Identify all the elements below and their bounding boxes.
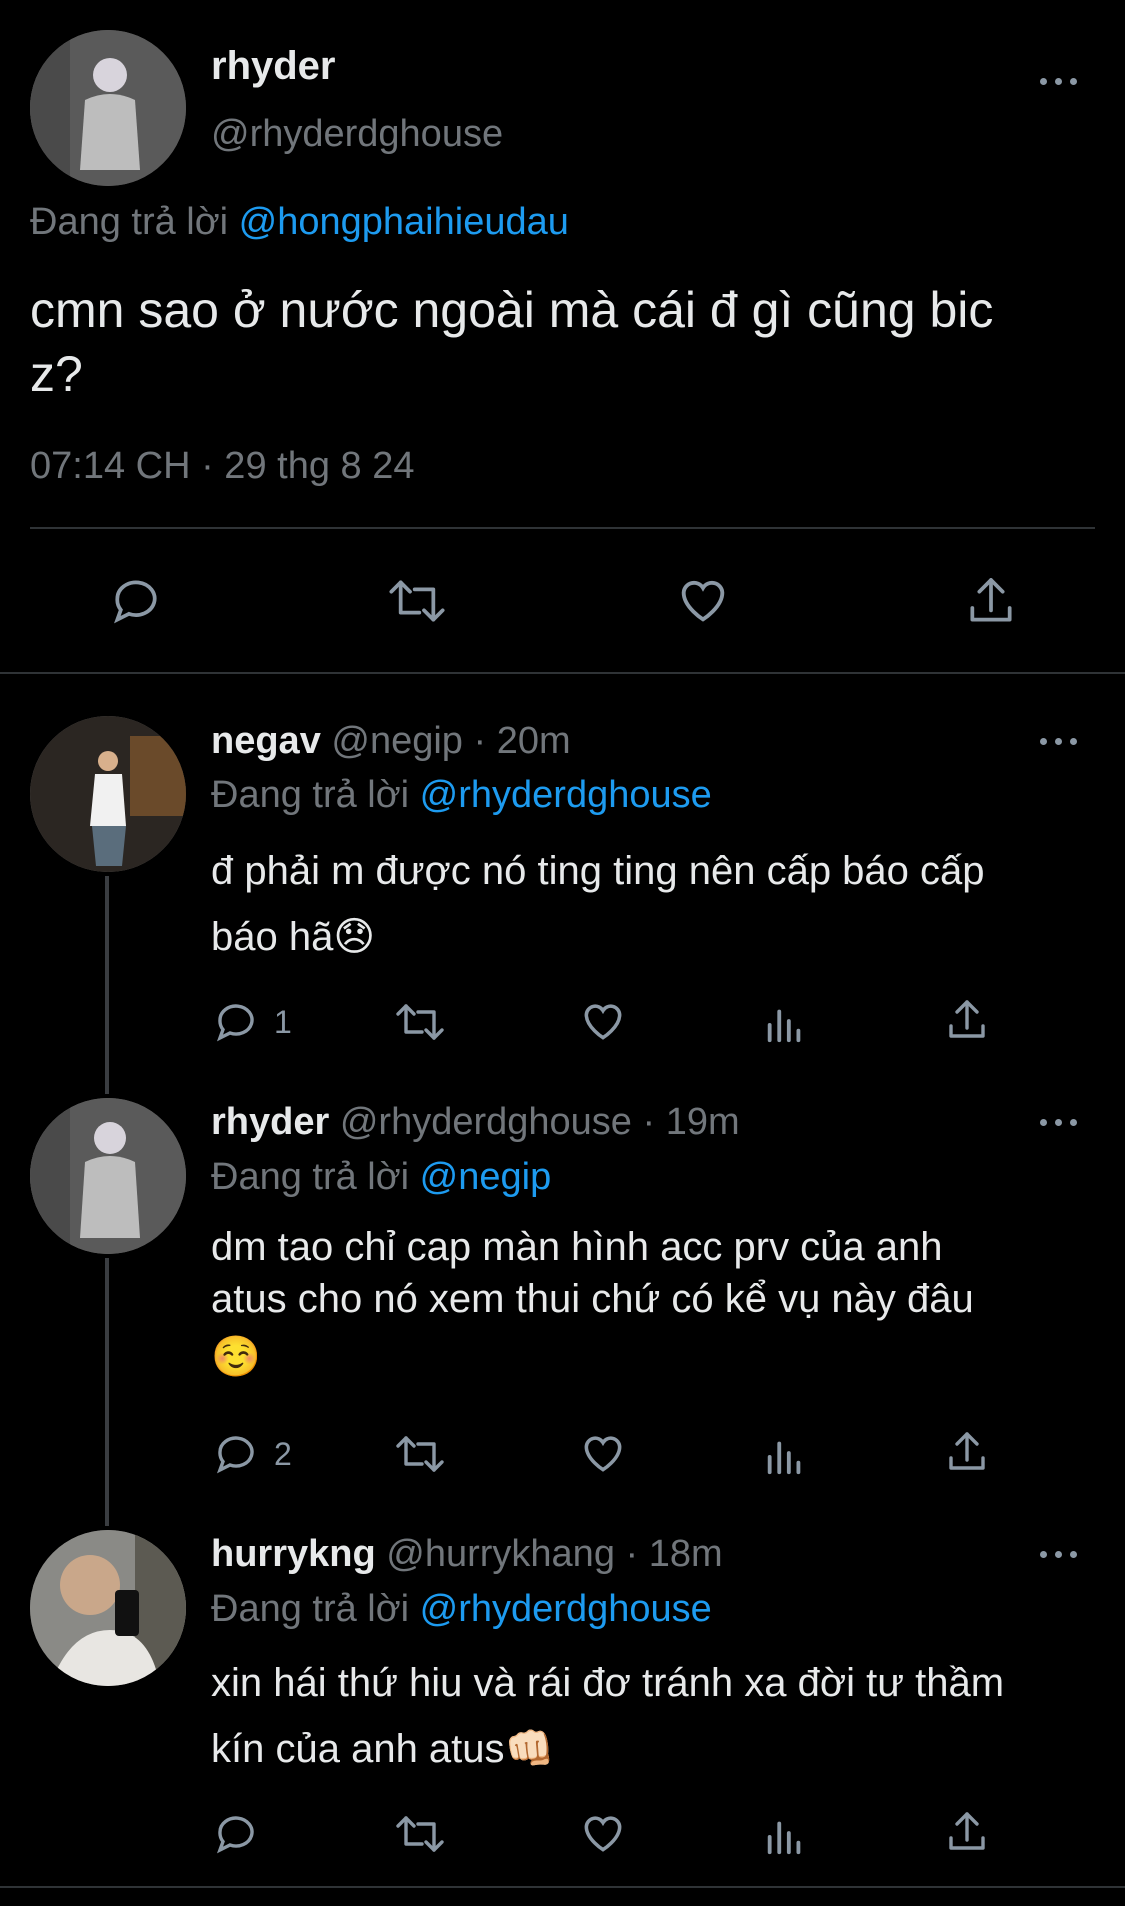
reply-count: 2 — [274, 1436, 292, 1472]
reply-prefix: Đang trả lời — [211, 1588, 410, 1630]
author-name[interactable]: hurrykng — [211, 1533, 376, 1575]
author-meta[interactable]: @negip · 20m — [331, 720, 570, 762]
divider — [30, 527, 1095, 529]
reply-to-link[interactable]: @rhyderdghouse — [420, 774, 712, 816]
reply-context: Đang trả lời @rhyderdghouse — [211, 1588, 712, 1631]
author-meta[interactable]: @hurrykhang · 18m — [386, 1533, 722, 1575]
tweet-text-line: kín của anh atus👊🏻 — [211, 1727, 555, 1771]
emoji: ☺️ — [211, 1335, 261, 1379]
reply-header: negav @negip · 20m — [211, 720, 571, 763]
retweet-icon[interactable] — [392, 998, 448, 1046]
reply-prefix: Đang trả lời — [211, 1156, 410, 1198]
avatar[interactable] — [30, 30, 186, 186]
divider — [0, 672, 1125, 674]
emoji: 😞 — [333, 915, 376, 959]
tweet-text: đ phải m được nó ting ting nên cấp báo c… — [211, 838, 985, 970]
reply-to-link[interactable]: @negip — [420, 1156, 552, 1198]
reply-icon[interactable] — [108, 573, 164, 629]
views-icon[interactable] — [762, 1000, 808, 1046]
avatar[interactable] — [30, 1098, 186, 1254]
tweet-text-line: đ phải m được nó ting ting nên cấp báo c… — [211, 849, 985, 893]
reply-context: Đang trả lời @hongphaihieudau — [30, 201, 569, 244]
tweet-text-line: dm tao chỉ cap màn hình acc prv của anh — [211, 1225, 943, 1269]
emoji: 👊🏻 — [504, 1727, 555, 1771]
tweet-text-line: cmn sao ở nước ngoài mà cái đ gì cũng bi… — [30, 282, 994, 338]
reply-to-link[interactable]: @hongphaihieudau — [239, 201, 569, 243]
more-icon[interactable] — [1040, 735, 1084, 749]
author-name[interactable]: rhyder — [211, 1101, 329, 1143]
avatar[interactable] — [30, 716, 186, 872]
author-name[interactable]: negav — [211, 720, 321, 762]
heart-icon[interactable] — [578, 996, 628, 1046]
share-icon[interactable] — [963, 573, 1019, 629]
author-meta[interactable]: @rhyderdghouse · 19m — [340, 1101, 740, 1143]
reply-count: 1 — [274, 1004, 292, 1040]
reply-icon[interactable] — [212, 998, 260, 1046]
more-icon[interactable] — [1040, 75, 1084, 89]
avatar[interactable] — [30, 1530, 186, 1686]
heart-icon[interactable] — [673, 571, 733, 629]
reply-icon[interactable] — [212, 1810, 260, 1858]
tweet-text: xin hái thứ hiu và rái đơ tránh xa đời t… — [211, 1650, 1004, 1782]
share-icon[interactable] — [943, 996, 991, 1044]
retweet-icon[interactable] — [392, 1430, 448, 1478]
retweet-icon[interactable] — [384, 573, 450, 629]
share-icon[interactable] — [943, 1428, 991, 1476]
author-name[interactable]: rhyder — [211, 44, 336, 89]
reply-prefix: Đang trả lời — [211, 774, 410, 816]
reply-context: Đang trả lời @negip — [211, 1156, 551, 1199]
tweet-text-line: z? — [30, 346, 83, 402]
reply-header: rhyder @rhyderdghouse · 19m — [211, 1101, 740, 1144]
heart-icon[interactable] — [578, 1428, 628, 1478]
tweet-text: dm tao chỉ cap màn hình acc prv của anh … — [211, 1221, 974, 1383]
heart-icon[interactable] — [578, 1808, 628, 1858]
more-icon[interactable] — [1040, 1116, 1084, 1130]
timestamp[interactable]: 07:14 CH · 29 thg 8 24 — [30, 445, 414, 488]
reply-to-link[interactable]: @rhyderdghouse — [420, 1588, 712, 1630]
views-icon[interactable] — [762, 1812, 808, 1858]
thread-line — [105, 1258, 109, 1526]
share-icon[interactable] — [943, 1808, 991, 1856]
views-icon[interactable] — [762, 1432, 808, 1478]
divider — [0, 1886, 1125, 1888]
tweet-text-line: xin hái thứ hiu và rái đơ tránh xa đời t… — [211, 1661, 1005, 1705]
reply-header: hurrykng @hurrykhang · 18m — [211, 1533, 723, 1576]
more-icon[interactable] — [1040, 1548, 1084, 1562]
tweet-text-line: báo hã😞 — [211, 915, 376, 959]
thread-line — [105, 876, 109, 1094]
tweet-text: cmn sao ở nước ngoài mà cái đ gì cũng bi… — [30, 278, 993, 406]
retweet-icon[interactable] — [392, 1810, 448, 1858]
reply-context: Đang trả lời @rhyderdghouse — [211, 774, 712, 817]
author-handle[interactable]: @rhyderdghouse — [211, 113, 503, 156]
reply-prefix: Đang trả lời — [30, 201, 229, 243]
tweet-text-line: atus cho nó xem thui chứ có kể vụ này đâ… — [211, 1277, 974, 1321]
reply-icon[interactable] — [212, 1430, 260, 1478]
